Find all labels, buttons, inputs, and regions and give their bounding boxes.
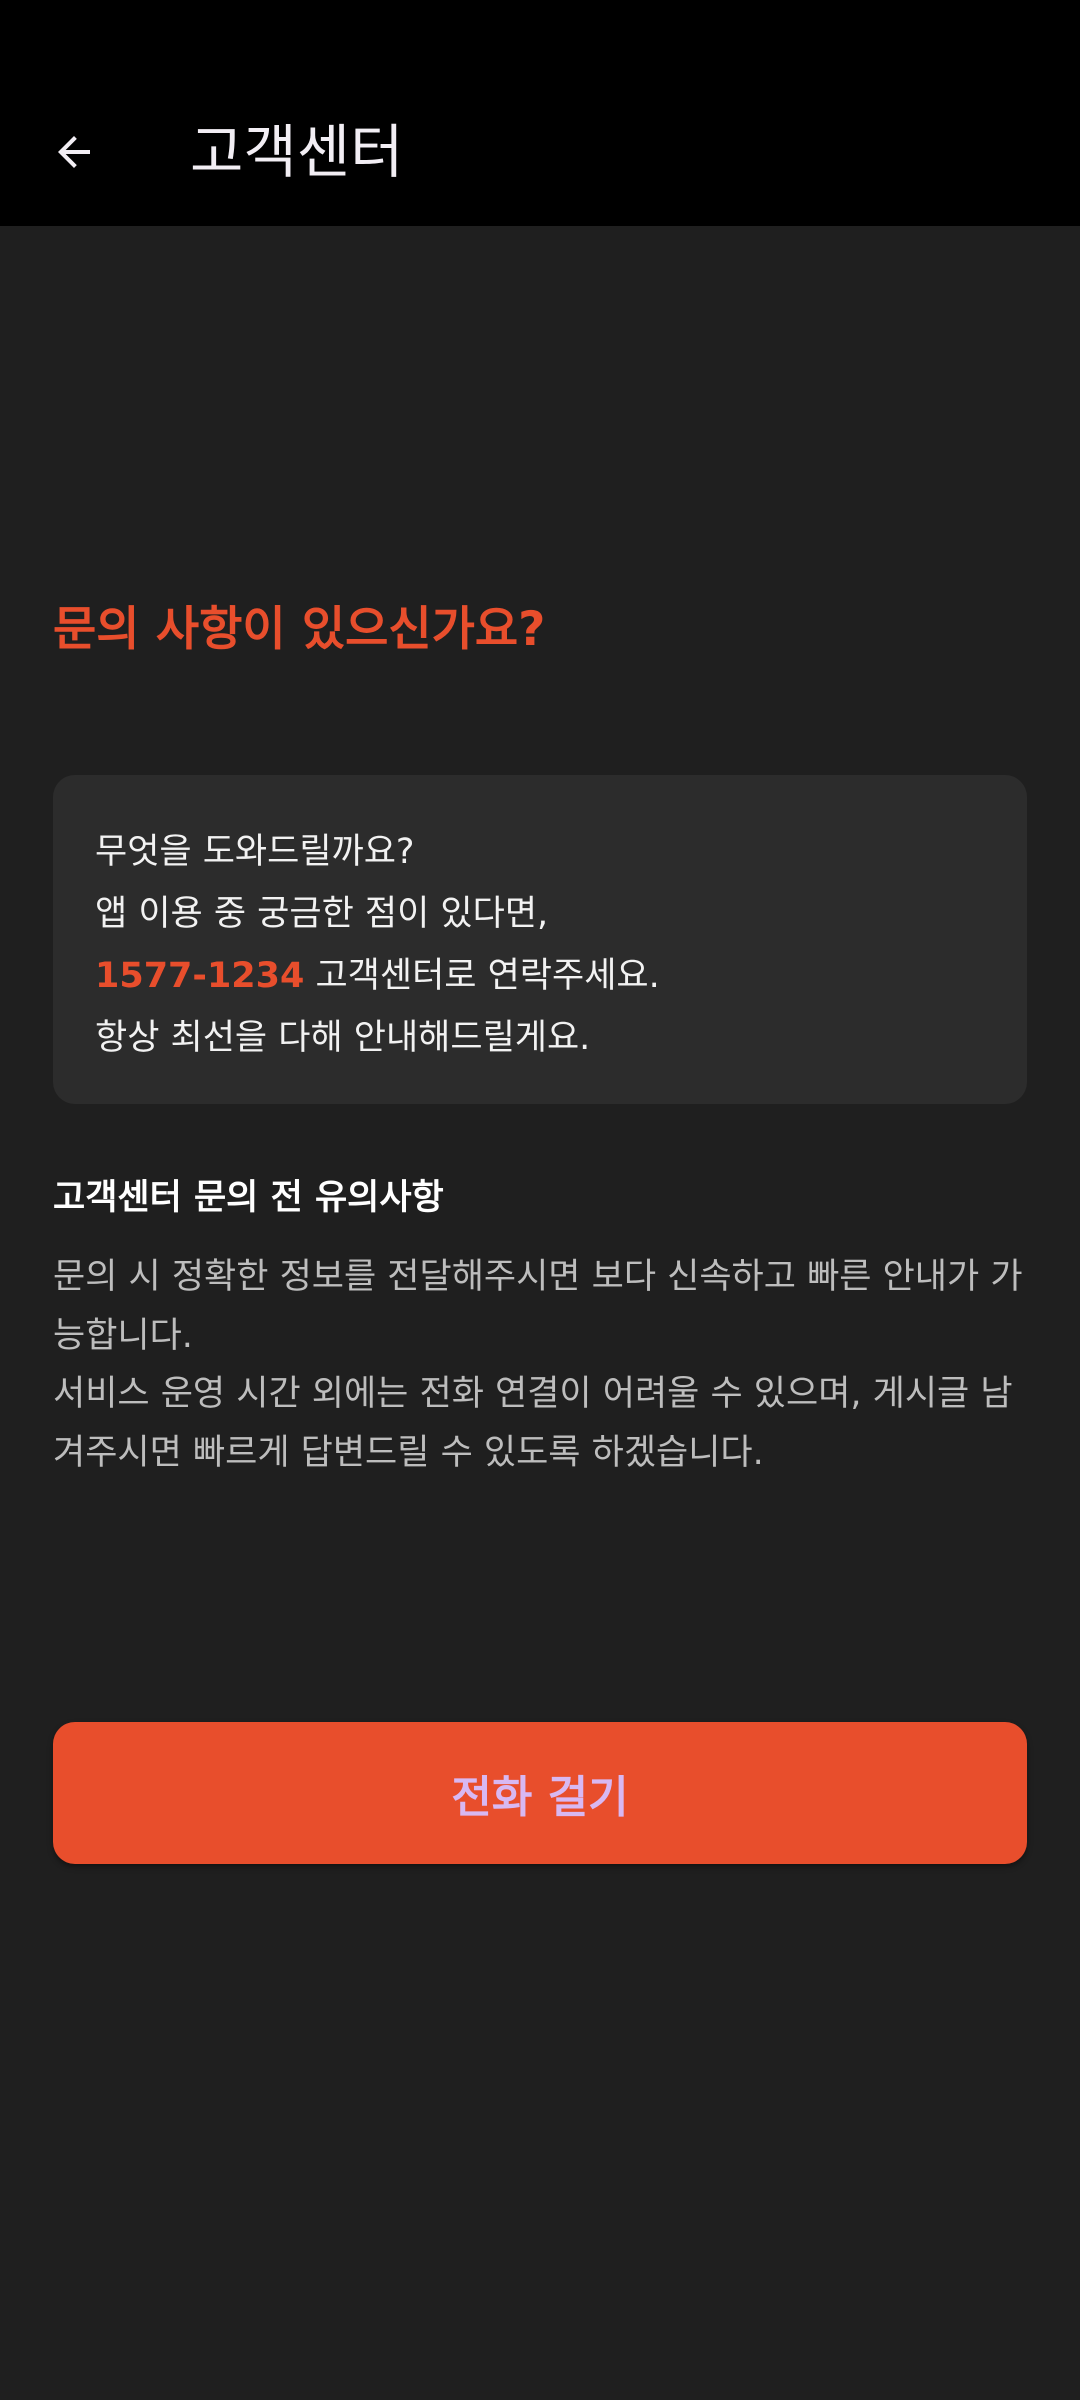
info-line: 1577-1234 고객센터로 연락주세요. [95, 945, 985, 1007]
call-button[interactable]: 전화 걸기 [53, 1722, 1027, 1864]
notice-paragraph: 서비스 운영 시간 외에는 전화 연결이 어려울 수 있으며, 게시글 남겨주시… [53, 1374, 1013, 1473]
page-title: 고객센터 [190, 118, 404, 186]
app-bar: 고객센터 [0, 0, 1080, 226]
info-card: 무엇을 도와드릴까요? 앱 이용 중 궁금한 점이 있다면, 1577-1234… [53, 775, 1027, 1104]
notice-paragraph: 문의 시 정확한 정보를 전달해주시면 보다 신속하고 빠른 안내가 가능합니다… [53, 1257, 1023, 1356]
phone-number[interactable]: 1577-1234 [95, 956, 304, 996]
inquiry-heading: 문의 사항이 있으신가요? [53, 602, 546, 657]
back-button[interactable] [40, 112, 108, 192]
info-text: 고객센터로 연락주세요. [304, 956, 660, 996]
notice-title: 고객센터 문의 전 유의사항 [53, 1178, 444, 1218]
arrow-left-icon [58, 136, 90, 168]
info-line: 무엇을 도와드릴까요? [95, 832, 415, 872]
notice-body: 문의 시 정확한 정보를 전달해주시면 보다 신속하고 빠른 안내가 가능합니다… [53, 1248, 1033, 1482]
info-line: 항상 최선을 다해 안내해드릴게요. [95, 1018, 591, 1058]
info-line: 앱 이용 중 궁금한 점이 있다면, [95, 894, 549, 934]
